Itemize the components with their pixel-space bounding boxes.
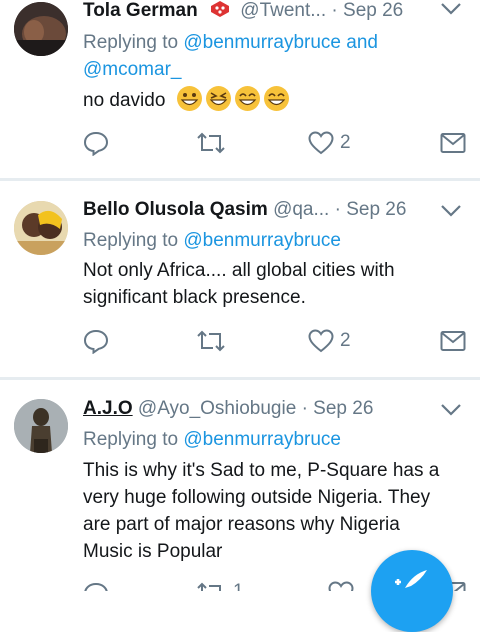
reply-context: Replying to @benmurraybruce and bbox=[83, 30, 470, 56]
mention-link[interactable]: @benmurraybruce bbox=[183, 429, 341, 450]
tweet-actions: 2 bbox=[83, 326, 480, 356]
user-handle[interactable]: @qa... bbox=[273, 199, 329, 220]
tweet-date[interactable]: Sep 26 bbox=[343, 0, 403, 21]
reply-icon bbox=[83, 329, 109, 354]
avatar-photo bbox=[14, 201, 68, 255]
tweet-2[interactable]: Bello Olusola Qasim @qa... · Sep 26 Repl… bbox=[0, 181, 480, 377]
reply-button[interactable] bbox=[83, 326, 109, 356]
tweet-text: no davido bbox=[83, 86, 468, 114]
reply-prefix: Replying to bbox=[83, 230, 179, 251]
reply-prefix: Replying to bbox=[83, 32, 179, 53]
retweet-icon bbox=[197, 330, 225, 352]
user-handle[interactable]: @Ayo_Oshiobugie bbox=[138, 398, 296, 419]
retweet-icon bbox=[197, 582, 221, 591]
like-button[interactable]: 2 bbox=[308, 326, 351, 356]
retweet-button[interactable]: 1 bbox=[195, 581, 244, 591]
tweet-date[interactable]: Sep 26 bbox=[346, 199, 406, 220]
avatar-photo bbox=[14, 2, 68, 56]
avatar[interactable] bbox=[14, 201, 68, 255]
mail-icon bbox=[440, 133, 466, 153]
chevron-down-icon[interactable] bbox=[440, 2, 462, 16]
compose-tweet-icon bbox=[395, 570, 427, 588]
direct-message-button[interactable] bbox=[440, 128, 466, 158]
display-name[interactable]: Bello Olusola Qasim bbox=[83, 199, 268, 220]
retweet-count: 1 bbox=[233, 581, 244, 591]
reply-button[interactable] bbox=[83, 581, 109, 591]
reply-icon bbox=[84, 582, 108, 591]
mention-link[interactable]: @mcomar_ bbox=[83, 59, 181, 80]
like-button[interactable] bbox=[328, 581, 360, 591]
display-name[interactable]: A.J.O bbox=[83, 398, 133, 419]
tweet-text-line: This is why it's Sad to me, P-Square has… bbox=[83, 460, 440, 481]
heart-icon bbox=[308, 131, 334, 155]
tweet-text-line: Not only Africa.... all global cities wi… bbox=[83, 260, 395, 281]
compose-tweet-button[interactable] bbox=[371, 550, 453, 632]
separator: · bbox=[301, 398, 308, 419]
tweet-text-line: very huge following outside Nigeria. The… bbox=[83, 487, 431, 508]
tweet-header: A.J.O @Ayo_Oshiobugie · Sep 26 bbox=[83, 397, 432, 421]
separator: · bbox=[334, 199, 341, 220]
display-name[interactable]: Tola German bbox=[83, 0, 198, 21]
avatar-photo bbox=[14, 399, 68, 453]
reply-icon bbox=[83, 131, 109, 156]
mail-icon bbox=[440, 331, 466, 351]
laughing-emoji-icon bbox=[205, 86, 231, 111]
reply-context-continued: @mcomar_ bbox=[83, 57, 470, 83]
mention-link[interactable]: @benmurraybruce and bbox=[183, 32, 378, 53]
avatar[interactable] bbox=[14, 2, 68, 56]
avatar[interactable] bbox=[14, 399, 68, 453]
like-count: 2 bbox=[340, 330, 351, 351]
heart-icon bbox=[328, 581, 354, 591]
direct-message-button[interactable] bbox=[440, 326, 466, 356]
tweet-header: Tola German @Twent... · Sep 26 bbox=[83, 0, 432, 23]
like-button[interactable]: 2 bbox=[308, 128, 351, 158]
grinning-emoji-icon bbox=[263, 86, 289, 111]
tweet-1[interactable]: Tola German @Twent... · Sep 26 Replying … bbox=[0, 0, 480, 178]
tweet-text-line: significant black presence. bbox=[83, 287, 306, 308]
reply-context: Replying to @benmurraybruce bbox=[83, 228, 470, 254]
emoji-icon bbox=[209, 0, 231, 18]
chevron-down-icon[interactable] bbox=[440, 204, 462, 218]
tweet-header: Bello Olusola Qasim @qa... · Sep 26 bbox=[83, 198, 432, 222]
retweet-icon bbox=[197, 132, 225, 154]
retweet-button[interactable] bbox=[195, 326, 233, 356]
retweet-button[interactable] bbox=[195, 128, 233, 158]
tweet-text-line: no davido bbox=[83, 90, 166, 111]
reply-button[interactable] bbox=[83, 128, 109, 158]
mention-link[interactable]: @benmurraybruce bbox=[183, 230, 341, 251]
heart-icon bbox=[308, 329, 334, 353]
tweet-date[interactable]: Sep 26 bbox=[313, 398, 373, 419]
tweet-text: This is why it's Sad to me, P-Square has… bbox=[83, 457, 468, 565]
grinning-emoji-icon bbox=[176, 86, 202, 111]
grinning-emoji-icon bbox=[234, 86, 260, 111]
tweet-actions: 2 bbox=[83, 128, 480, 158]
chevron-down-icon[interactable] bbox=[440, 403, 462, 417]
reply-context: Replying to @benmurraybruce bbox=[83, 427, 470, 453]
reply-prefix: Replying to bbox=[83, 429, 179, 450]
tweet-text-line: are part of major reasons why Nigeria bbox=[83, 514, 400, 535]
user-handle[interactable]: @Twent... bbox=[240, 0, 326, 21]
separator: · bbox=[331, 0, 338, 21]
tweet-text: Not only Africa.... all global cities wi… bbox=[83, 257, 468, 311]
like-count: 2 bbox=[340, 132, 351, 153]
